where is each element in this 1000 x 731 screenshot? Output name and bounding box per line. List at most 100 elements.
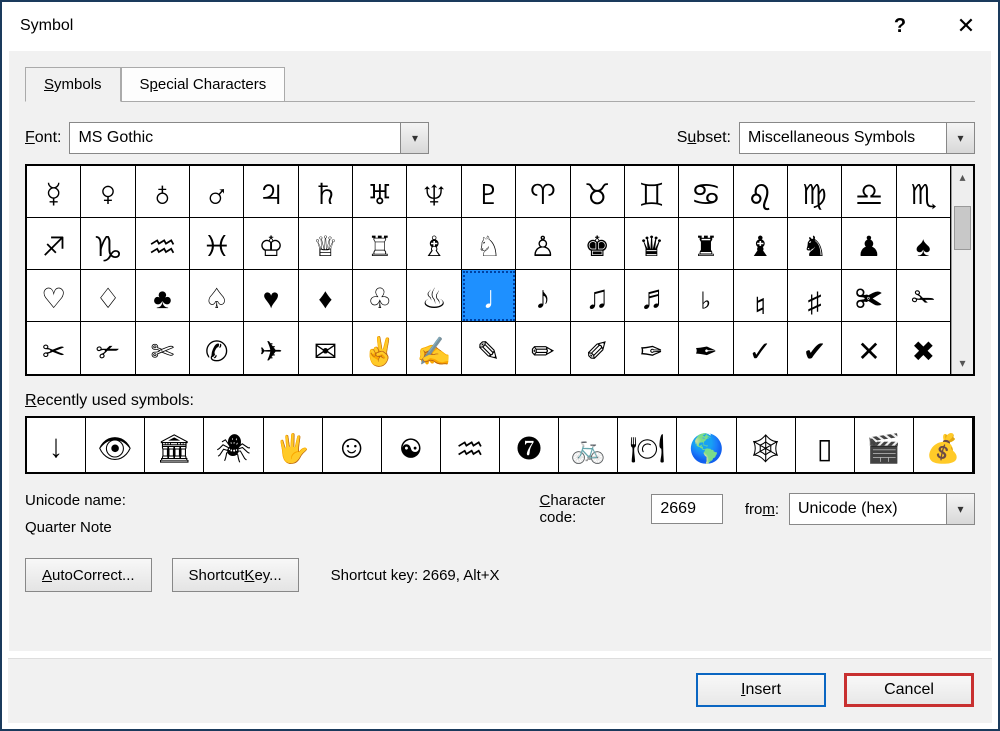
symbol-cell[interactable]: ✏ xyxy=(516,322,570,374)
symbol-cell[interactable]: ♓ xyxy=(190,218,244,270)
symbol-cell[interactable]: ✄ xyxy=(136,322,190,374)
symbol-cell[interactable]: ♋ xyxy=(679,166,733,218)
recent-symbol-cell[interactable]: 🚲 xyxy=(559,418,618,472)
symbol-cell[interactable]: ✖ xyxy=(897,322,951,374)
symbol-cell[interactable]: ✎ xyxy=(462,322,516,374)
symbol-cell[interactable]: ♁ xyxy=(136,166,190,218)
from-combo[interactable]: Unicode (hex) ▾ xyxy=(789,493,975,525)
symbol-cell[interactable]: ♘ xyxy=(462,218,516,270)
symbol-cell[interactable]: ♙ xyxy=(516,218,570,270)
recent-symbol-cell[interactable]: 🍽 xyxy=(618,418,677,472)
symbol-cell[interactable]: ♬ xyxy=(625,270,679,322)
symbol-cell[interactable]: ♒ xyxy=(136,218,190,270)
symbol-cell[interactable]: ✁ xyxy=(897,270,951,322)
chevron-down-icon[interactable]: ▾ xyxy=(400,123,428,153)
subset-combo[interactable]: ▾ xyxy=(739,122,975,154)
recent-symbol-cell[interactable]: 🖐 xyxy=(264,418,323,472)
symbol-cell[interactable]: ✒ xyxy=(679,322,733,374)
autocorrect-button[interactable]: AutoCorrect... xyxy=(25,558,152,592)
subset-input[interactable] xyxy=(740,123,946,153)
symbol-cell[interactable]: ♞ xyxy=(788,218,842,270)
symbol-cell[interactable]: ♧ xyxy=(353,270,407,322)
symbol-cell[interactable]: ♪ xyxy=(516,270,570,322)
symbol-cell[interactable]: ♜ xyxy=(679,218,733,270)
symbol-cell[interactable]: ✍ xyxy=(407,322,461,374)
grid-scrollbar[interactable]: ▴ ▾ xyxy=(951,166,973,374)
close-icon[interactable]: ✕ xyxy=(948,13,984,39)
recent-symbol-cell[interactable]: 💰 xyxy=(914,418,973,472)
font-input[interactable] xyxy=(70,123,400,153)
symbol-cell[interactable]: ♟ xyxy=(842,218,896,270)
symbol-cell[interactable]: ♔ xyxy=(244,218,298,270)
symbol-cell[interactable]: ♊ xyxy=(625,166,679,218)
symbol-cell[interactable]: ✆ xyxy=(190,322,244,374)
symbol-cell[interactable]: ♐ xyxy=(27,218,81,270)
shortcut-key-button[interactable]: Shortcut Key... xyxy=(172,558,299,592)
recent-symbol-cell[interactable]: ☯ xyxy=(382,418,441,472)
symbol-cell[interactable]: ♂ xyxy=(190,166,244,218)
symbol-cell[interactable]: ♛ xyxy=(625,218,679,270)
symbol-cell[interactable]: ♎ xyxy=(842,166,896,218)
symbol-cell[interactable]: ♣ xyxy=(136,270,190,322)
symbol-cell[interactable]: ♠ xyxy=(897,218,951,270)
tab-special-characters[interactable]: Special Characters xyxy=(121,67,286,102)
symbol-cell[interactable]: ✑ xyxy=(625,322,679,374)
recent-symbol-cell[interactable]: 🌎 xyxy=(677,418,736,472)
cancel-button[interactable]: Cancel xyxy=(844,673,974,707)
symbol-cell[interactable]: ♄ xyxy=(299,166,353,218)
symbol-cell[interactable]: ✈ xyxy=(244,322,298,374)
symbol-cell[interactable]: ♅ xyxy=(353,166,407,218)
symbol-cell[interactable]: ✃ xyxy=(81,322,135,374)
symbol-cell[interactable]: ♭ xyxy=(679,270,733,322)
symbol-cell[interactable]: ♦ xyxy=(299,270,353,322)
symbol-cell[interactable]: ♈ xyxy=(516,166,570,218)
recent-symbol-cell[interactable]: 👁 xyxy=(86,418,145,472)
symbol-cell[interactable]: ♖ xyxy=(353,218,407,270)
tab-symbols[interactable]: Symbols xyxy=(25,67,121,102)
recent-symbol-cell[interactable]: 🕸 xyxy=(737,418,796,472)
recent-symbol-cell[interactable]: ❼ xyxy=(500,418,559,472)
symbol-cell[interactable]: ♀ xyxy=(81,166,135,218)
symbol-cell[interactable]: ♤ xyxy=(190,270,244,322)
symbol-cell[interactable]: ✀ xyxy=(842,270,896,322)
charcode-input[interactable]: 2669 xyxy=(651,494,722,524)
symbol-cell[interactable]: ✉ xyxy=(299,322,353,374)
chevron-down-icon[interactable]: ▾ xyxy=(946,123,974,153)
symbol-cell[interactable]: ♥ xyxy=(244,270,298,322)
symbol-cell[interactable]: ♮ xyxy=(734,270,788,322)
symbol-cell[interactable]: ♑ xyxy=(81,218,135,270)
symbol-cell[interactable]: ♡ xyxy=(27,270,81,322)
symbol-cell[interactable]: ♢ xyxy=(81,270,135,322)
symbol-cell[interactable]: ♏ xyxy=(897,166,951,218)
symbol-cell[interactable]: ♉ xyxy=(571,166,625,218)
symbol-cell[interactable]: ♇ xyxy=(462,166,516,218)
symbol-cell[interactable]: ♝ xyxy=(734,218,788,270)
recent-symbol-cell[interactable]: ↓ xyxy=(27,418,86,472)
symbol-cell[interactable]: ✔ xyxy=(788,322,842,374)
scroll-thumb[interactable] xyxy=(954,206,971,250)
symbol-cell[interactable]: ♚ xyxy=(571,218,625,270)
symbol-cell[interactable]: ♩ xyxy=(462,270,516,322)
symbol-cell[interactable]: ✓ xyxy=(734,322,788,374)
symbol-cell[interactable]: ♕ xyxy=(299,218,353,270)
help-icon[interactable]: ? xyxy=(882,15,918,38)
symbol-cell[interactable]: ♫ xyxy=(571,270,625,322)
symbol-cell[interactable]: ♆ xyxy=(407,166,461,218)
chevron-down-icon[interactable]: ▾ xyxy=(946,494,974,524)
symbol-cell[interactable]: ☿ xyxy=(27,166,81,218)
symbol-cell[interactable]: ♍ xyxy=(788,166,842,218)
font-combo[interactable]: ▾ xyxy=(69,122,429,154)
symbol-cell[interactable]: ♨ xyxy=(407,270,461,322)
symbol-cell[interactable]: ♯ xyxy=(788,270,842,322)
recent-symbol-cell[interactable]: 🎬 xyxy=(855,418,914,472)
symbol-cell[interactable]: ♃ xyxy=(244,166,298,218)
symbol-cell[interactable]: ✐ xyxy=(571,322,625,374)
symbol-cell[interactable]: ♗ xyxy=(407,218,461,270)
symbol-cell[interactable]: ♌ xyxy=(734,166,788,218)
symbol-cell[interactable]: ✌ xyxy=(353,322,407,374)
recent-symbol-cell[interactable]: 🕷 xyxy=(204,418,263,472)
scroll-down-icon[interactable]: ▾ xyxy=(952,352,973,374)
symbol-cell[interactable]: ✕ xyxy=(842,322,896,374)
insert-button[interactable]: Insert xyxy=(696,673,826,707)
symbol-cell[interactable]: ✂ xyxy=(27,322,81,374)
